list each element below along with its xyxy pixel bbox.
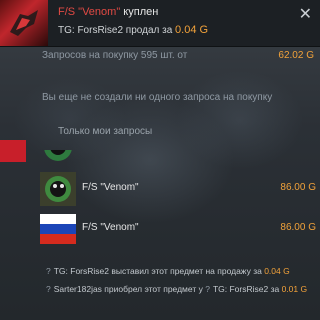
listing-name: F/S "Venom" bbox=[82, 222, 139, 233]
summary-value: 62.02 G bbox=[278, 50, 314, 61]
question-icon: ? bbox=[46, 266, 51, 276]
question-icon: ? bbox=[205, 284, 210, 294]
notification-price: 0.04 G bbox=[175, 24, 209, 36]
log-entry: ? Sarter182jas приобрел этот предмет у ? T… bbox=[46, 284, 308, 294]
close-icon[interactable]: ✕ bbox=[299, 4, 312, 24]
tab-my-requests[interactable]: Только мои запросы bbox=[58, 126, 152, 137]
log-entry: ? TG: ForsRise2 выставил этот предмет на … bbox=[46, 266, 290, 276]
list-item-partial[interactable] bbox=[40, 150, 320, 164]
listing-name: F/S "Venom" bbox=[82, 182, 139, 193]
left-accent-strip bbox=[0, 140, 26, 162]
item-thumbnail bbox=[0, 0, 48, 46]
purchase-notification: F/S "Venom" куплен TG: ForsRise2 продал … bbox=[0, 0, 320, 47]
venom-item-icon bbox=[40, 150, 76, 164]
list-item[interactable]: F/S "Venom" 86.00 G bbox=[40, 170, 320, 208]
log-user[interactable]: Sarter182jas bbox=[54, 284, 102, 294]
list-item[interactable]: F/S "Venom" 86.00 G bbox=[40, 210, 320, 248]
notification-detail: TG: ForsRise2 продал за 0.04 G bbox=[58, 24, 208, 36]
log-user[interactable]: TG: ForsRise2 bbox=[213, 284, 268, 294]
empty-requests-message: Вы еще не создали ни одного запроса на п… bbox=[42, 92, 273, 103]
listing-price: 86.00 G bbox=[280, 222, 316, 233]
listing-price: 86.00 G bbox=[280, 182, 316, 193]
log-user[interactable]: TG: ForsRise2 bbox=[54, 266, 109, 276]
notification-title: F/S "Venom" куплен bbox=[58, 6, 158, 18]
summary-label: Запросов на покупку 595 шт. от bbox=[42, 50, 188, 61]
question-icon: ? bbox=[46, 284, 51, 294]
purchase-requests-summary: Запросов на покупку 595 шт. от 62.02 G bbox=[42, 50, 314, 61]
notification-seller: TG: ForsRise2 продал за bbox=[58, 25, 176, 36]
activity-log: ? TG: ForsRise2 выставил этот предмет на … bbox=[40, 262, 320, 320]
notification-item-name: F/S "Venom" bbox=[58, 6, 121, 18]
russia-flag-icon bbox=[40, 212, 76, 246]
notification-status: куплен bbox=[123, 6, 159, 18]
venom-item-icon bbox=[40, 172, 76, 206]
